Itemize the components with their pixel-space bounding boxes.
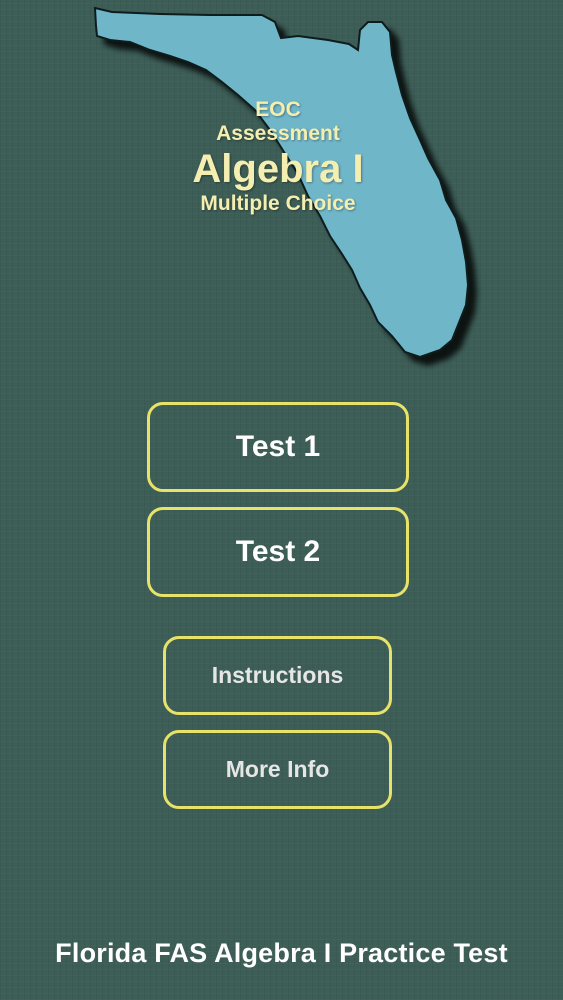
more-info-label: More Info: [225, 756, 330, 782]
title-eoc: EOC: [255, 98, 301, 121]
instructions-button[interactable]: Instructions: [163, 636, 392, 715]
title-multiple-choice: Multiple Choice: [200, 192, 356, 215]
test-1-button[interactable]: Test 1: [147, 402, 409, 492]
test-2-button[interactable]: Test 2: [147, 507, 409, 597]
test-1-label: Test 1: [235, 430, 321, 463]
instructions-label: Instructions: [211, 662, 344, 688]
title-algebra: Algebra I: [192, 147, 364, 191]
title-assessment: Assessment: [216, 122, 340, 145]
more-info-button[interactable]: More Info: [163, 730, 392, 809]
footer-title: Florida FAS Algebra I Practice Test: [55, 938, 508, 968]
app-title-block: EOC Assessment Algebra I Multiple Choice: [150, 98, 406, 216]
test-2-label: Test 2: [235, 535, 321, 568]
